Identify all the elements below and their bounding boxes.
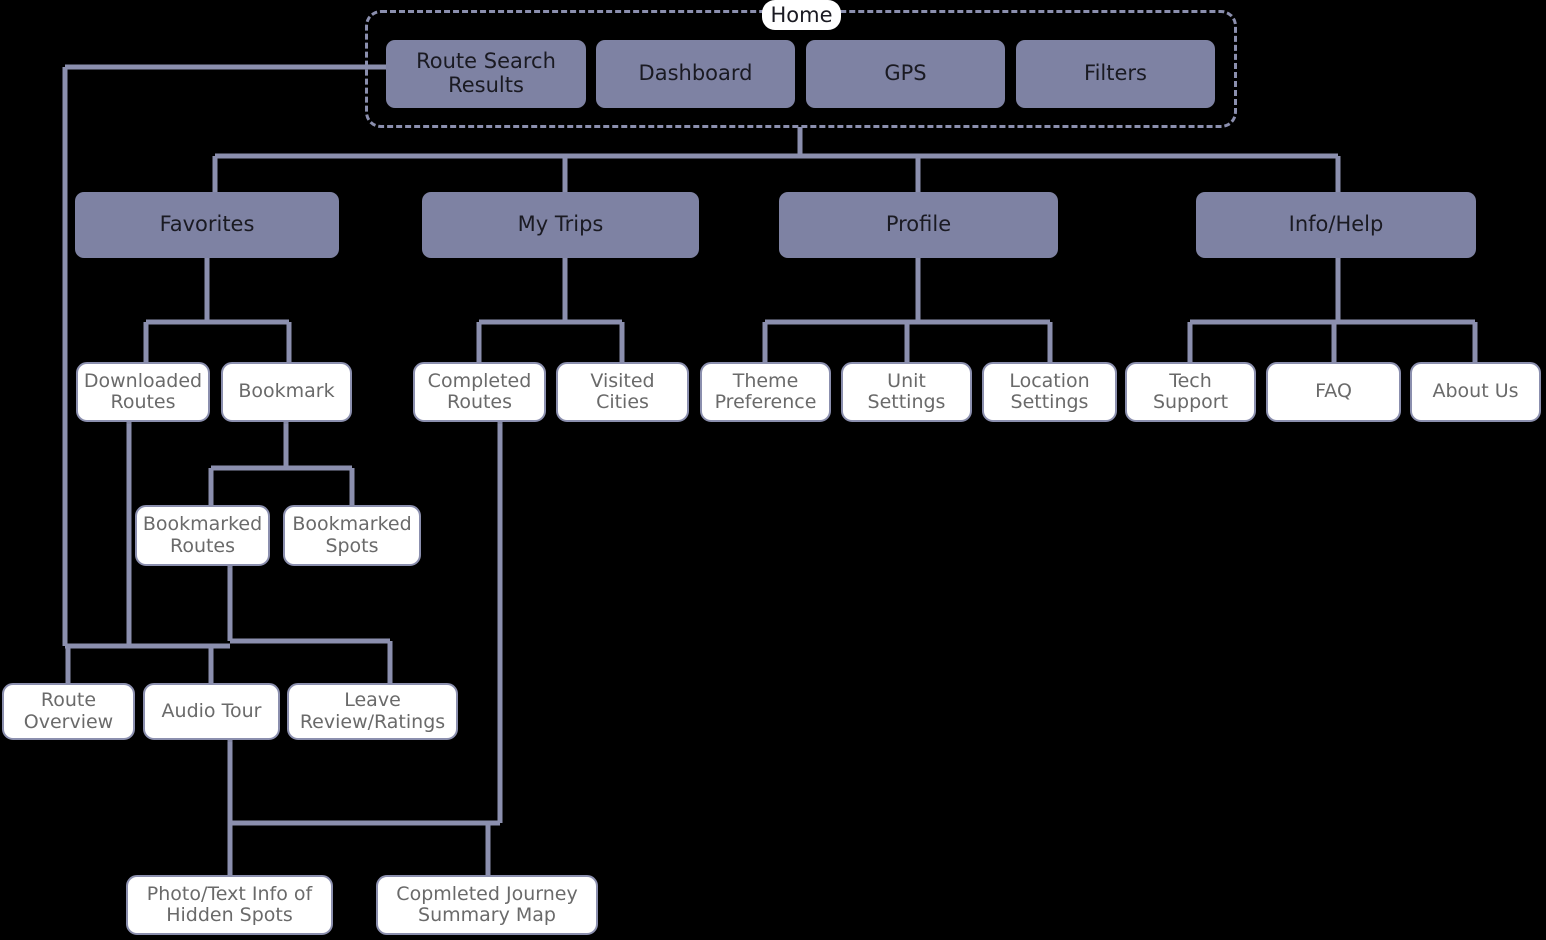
node-dashboard[interactable]: Dashboard [596,40,795,108]
node-tech-support-label: Tech Support [1152,369,1229,413]
node-unit-settings-label: Unit Settings [867,369,946,413]
node-info-help[interactable]: Info/Help [1196,192,1476,258]
home-group-label: Home [762,0,841,30]
node-profile-label: Profile [885,212,952,237]
node-faq[interactable]: FAQ [1266,362,1401,422]
node-favorites-label: Favorites [159,212,255,237]
node-my-trips-label: My Trips [517,212,604,237]
node-route-overview-label: Route Overview [23,689,114,733]
node-leave-review-ratings[interactable]: Leave Review/Ratings [287,683,458,740]
node-tech-support[interactable]: Tech Support [1125,362,1256,422]
node-completed-routes[interactable]: Completed Routes [413,362,546,422]
node-location-settings-label: Location Settings [1009,369,1090,413]
node-completed-journey-map-label: Copmleted Journey Summary Map [396,882,578,926]
node-completed-journey-map[interactable]: Copmleted Journey Summary Map [376,875,598,935]
node-favorites[interactable]: Favorites [75,192,339,258]
node-bookmarked-routes-label: Bookmarked Routes [142,513,263,557]
node-info-help-label: Info/Help [1288,212,1384,237]
node-visited-cities[interactable]: Visited Cities [556,362,689,422]
node-location-settings[interactable]: Location Settings [982,362,1117,422]
node-theme-preference-label: Theme Preference [714,369,817,413]
node-downloaded-routes[interactable]: Downloaded Routes [76,362,210,422]
node-bookmarked-routes[interactable]: Bookmarked Routes [135,505,270,566]
node-bookmark-label: Bookmark [238,380,335,403]
node-gps-label: GPS [884,61,927,86]
node-unit-settings[interactable]: Unit Settings [841,362,972,422]
node-completed-routes-label: Completed Routes [427,369,532,413]
node-route-search-results[interactable]: Route Search Results [386,40,586,108]
node-audio-tour-label: Audio Tour [161,699,262,722]
node-theme-preference[interactable]: Theme Preference [700,362,831,422]
home-label-text: Home [770,3,833,27]
node-dashboard-label: Dashboard [638,61,753,86]
node-photo-text-info-label: Photo/Text Info of Hidden Spots [146,882,313,926]
sitemap-canvas: Home Route Search Results Dashboard GPS … [0,0,1546,940]
node-downloaded-routes-label: Downloaded Routes [83,369,203,413]
node-profile[interactable]: Profile [779,192,1058,258]
node-route-search-results-label: Route Search Results [416,49,556,97]
node-gps[interactable]: GPS [806,40,1005,108]
node-faq-label: FAQ [1315,380,1352,403]
node-audio-tour[interactable]: Audio Tour [143,683,280,740]
node-leave-review-ratings-label: Leave Review/Ratings [299,689,446,733]
node-photo-text-info[interactable]: Photo/Text Info of Hidden Spots [126,875,333,935]
node-bookmarked-spots-label: Bookmarked Spots [292,513,412,557]
node-about-us[interactable]: About Us [1410,362,1541,422]
node-my-trips[interactable]: My Trips [422,192,699,258]
node-about-us-label: About Us [1432,380,1519,403]
node-filters-label: Filters [1084,61,1147,86]
node-filters[interactable]: Filters [1016,40,1215,108]
node-bookmark[interactable]: Bookmark [221,362,352,422]
connector-lines [62,64,1478,875]
node-route-overview[interactable]: Route Overview [2,683,135,740]
node-visited-cities-label: Visited Cities [590,369,655,413]
node-bookmarked-spots[interactable]: Bookmarked Spots [283,505,421,566]
